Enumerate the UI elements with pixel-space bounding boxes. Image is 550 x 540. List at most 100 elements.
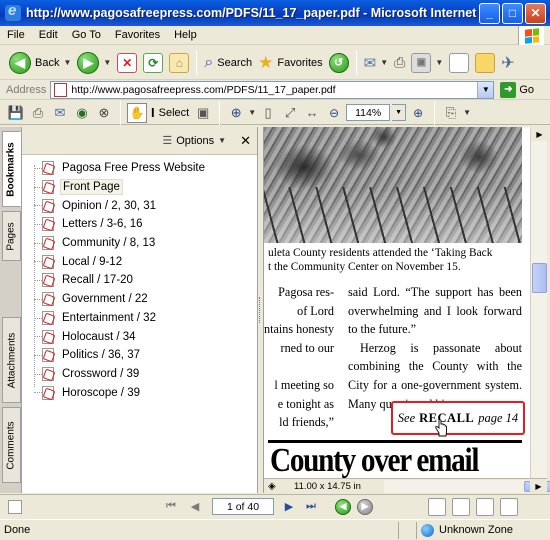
history-button[interactable]: ↺ xyxy=(326,49,352,77)
back-dropdown-icon[interactable]: ▼ xyxy=(63,58,71,67)
options-button[interactable]: ☰ Options ▼ xyxy=(162,134,236,148)
ie-app-icon xyxy=(5,2,21,21)
mail-button[interactable]: ✉ ▼ xyxy=(361,49,392,77)
forward-dropdown-icon[interactable]: ▼ xyxy=(103,58,111,67)
bookmark-page-icon xyxy=(42,310,54,325)
close-window-button[interactable]: ✕ xyxy=(525,2,546,24)
back-button[interactable]: ◀ Back ▼ xyxy=(6,49,74,77)
menu-edit[interactable]: Edit xyxy=(32,29,65,41)
save-icon[interactable]: 💾 xyxy=(6,103,26,123)
tab-comments[interactable]: Comments xyxy=(2,407,21,483)
previous-view-icon[interactable]: ◀ xyxy=(335,498,351,515)
reader-toolbar: 💾 ⎙ ✉ ◉ ⊗ ✋ I Select ▣ ⊕ ▼ ▯ ⤢ ↔ ⊖ 114% … xyxy=(0,100,550,125)
continuous-layout-icon[interactable] xyxy=(452,497,470,516)
bookmark-item[interactable]: Government / 22 xyxy=(22,290,257,309)
last-page-icon[interactable]: ⏭ xyxy=(302,498,320,516)
snapshot-icon[interactable]: ▣ xyxy=(193,103,213,123)
zoom-out-icon[interactable]: ⊖ xyxy=(324,103,344,123)
web-icon[interactable]: ◉ xyxy=(72,103,92,123)
article-headline: County over email xyxy=(270,442,479,478)
menu-favorites[interactable]: Favorites xyxy=(108,29,167,41)
email-pdf-icon[interactable]: ✉ xyxy=(50,103,70,123)
fit-width-icon[interactable]: ↔ xyxy=(302,103,322,123)
refresh-button[interactable]: ⟳ xyxy=(140,49,166,77)
bookmark-item[interactable]: Letters / 3-6, 16 xyxy=(22,215,257,234)
rotate-dropdown-icon[interactable]: ▼ xyxy=(463,108,471,117)
bookmark-item[interactable]: Opinion / 2, 30, 31 xyxy=(22,196,257,215)
bookmark-item[interactable]: Entertainment / 32 xyxy=(22,309,257,328)
actual-size-icon[interactable]: ▯ xyxy=(258,103,278,123)
hand-cursor-icon xyxy=(435,419,447,437)
toolbar-separator xyxy=(120,100,121,125)
print-button[interactable]: ⎙ xyxy=(391,49,408,77)
address-dropdown-icon[interactable]: ▼ xyxy=(477,81,494,98)
scroll-right-icon[interactable]: ▶ xyxy=(530,479,547,493)
toolbar-separator xyxy=(196,50,198,75)
menu-go-to[interactable]: Go To xyxy=(65,29,108,41)
facing-layout-icon[interactable] xyxy=(476,497,494,516)
bookmark-item[interactable]: Recall / 17-20 xyxy=(22,271,257,290)
single-page-layout-icon[interactable] xyxy=(428,497,446,516)
tab-attachments[interactable]: Attachments xyxy=(2,317,21,403)
vertical-scrollbar[interactable]: ▶ xyxy=(530,127,548,478)
close-panel-icon[interactable]: ✕ xyxy=(240,133,251,149)
next-view-icon[interactable]: ▶ xyxy=(357,498,373,515)
messenger-button[interactable]: ✈ xyxy=(498,49,517,77)
menu-file[interactable]: File xyxy=(0,29,32,41)
bookmark-item[interactable]: Front Page xyxy=(22,178,257,197)
maximize-button[interactable]: □ xyxy=(502,2,523,24)
tab-pages[interactable]: Pages xyxy=(2,211,21,261)
bookmark-item[interactable]: Horoscope / 39 xyxy=(22,383,257,402)
tab-bookmarks[interactable]: Bookmarks xyxy=(2,131,21,207)
select-label: Select xyxy=(158,106,190,119)
search-button[interactable]: ⌕ Search xyxy=(201,49,255,77)
bookmark-item[interactable]: Pagosa Free Press Website xyxy=(22,159,257,178)
horizontal-scrollbar[interactable] xyxy=(384,479,550,493)
vertical-scroll-thumb[interactable] xyxy=(532,263,547,293)
menu-help[interactable]: Help xyxy=(167,29,204,41)
address-input[interactable] xyxy=(71,83,474,96)
zoom-tool-icon[interactable]: ⊕ xyxy=(226,103,246,123)
zoom-dropdown-icon[interactable]: ▼ xyxy=(392,104,407,121)
go-button[interactable]: ➜ Go xyxy=(500,81,534,98)
bookmark-item[interactable]: Holocaust / 34 xyxy=(22,327,257,346)
bookmark-page-icon xyxy=(42,217,54,232)
address-field[interactable]: ▼ xyxy=(50,80,495,99)
zoom-tool-dropdown-icon[interactable]: ▼ xyxy=(248,108,256,117)
page-number-field[interactable]: 1 of 40 xyxy=(212,498,274,515)
first-page-icon[interactable]: ⏮ xyxy=(162,498,180,516)
scroll-up-icon[interactable]: ▶ xyxy=(531,127,548,141)
favorites-button[interactable]: ★ Favorites xyxy=(255,49,326,77)
edit-dropdown-icon[interactable]: ▼ xyxy=(435,58,443,67)
minimize-button[interactable]: _ xyxy=(479,2,500,24)
bookmark-item[interactable]: Local / 9-12 xyxy=(22,252,257,271)
previous-page-icon[interactable]: ◀ xyxy=(186,498,204,516)
see-recall-link[interactable]: See RECALL page 14 xyxy=(391,401,525,435)
discuss-button[interactable] xyxy=(446,49,472,77)
print-pdf-icon[interactable]: ⎙ xyxy=(28,103,48,123)
folder-button[interactable] xyxy=(472,49,498,77)
fit-page-icon[interactable]: ⤢ xyxy=(280,103,300,123)
stop-button[interactable]: ✕ xyxy=(114,49,140,77)
stop-icon: ✕ xyxy=(117,52,138,73)
panel-toggle-icon[interactable] xyxy=(8,499,22,514)
page-navigation-bar: ⏮ ◀ 1 of 40 ▶ ⏭ ◀ ▶ xyxy=(0,494,550,518)
hand-tool-icon[interactable]: ✋ xyxy=(127,102,147,123)
mail-dropdown-icon[interactable]: ▼ xyxy=(380,58,388,67)
bookmark-item[interactable]: Community / 8, 13 xyxy=(22,234,257,253)
status-bar: Done Unknown Zone xyxy=(0,519,550,540)
zoom-in-icon[interactable]: ⊕ xyxy=(408,103,428,123)
pdf-document-view[interactable]: uleta County residents attended the ‘Tak… xyxy=(264,127,530,478)
home-button[interactable]: ⌂ xyxy=(166,49,192,77)
zoom-level-field[interactable]: 114% xyxy=(346,104,391,121)
find-binoculars-icon[interactable]: ⊗ xyxy=(94,103,114,123)
continuous-facing-layout-icon[interactable] xyxy=(500,497,518,516)
next-page-icon[interactable]: ▶ xyxy=(280,498,298,516)
forward-button[interactable]: ▶ ▼ xyxy=(74,49,114,77)
page-size-toggle-icon[interactable]: ◈ xyxy=(268,481,276,492)
select-text-button[interactable]: I Select xyxy=(149,103,191,123)
edit-button[interactable]: ▣ ▼ xyxy=(408,49,446,77)
rotate-page-icon[interactable]: ⎘ xyxy=(441,103,461,123)
bookmark-item[interactable]: Crossword / 39 xyxy=(22,365,257,384)
bookmark-item[interactable]: Politics / 36, 37 xyxy=(22,346,257,365)
